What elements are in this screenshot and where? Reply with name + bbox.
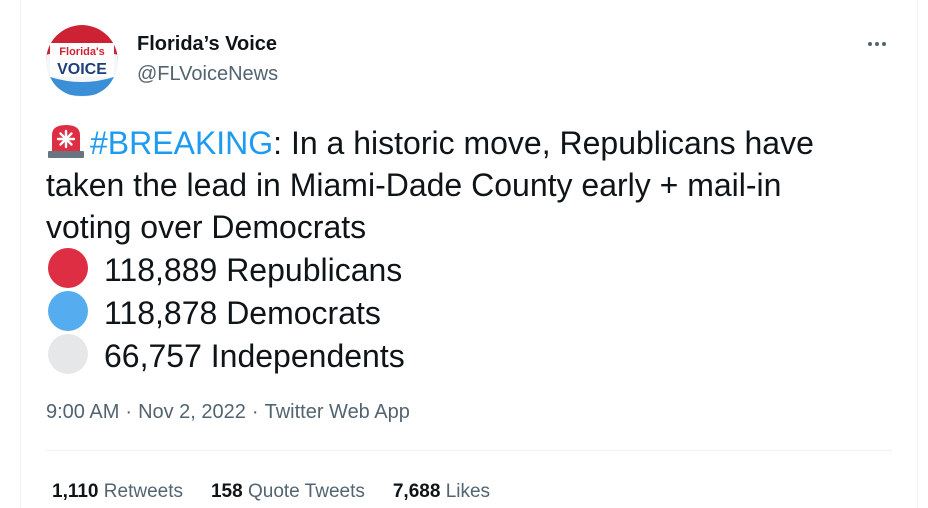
likes-stat[interactable]: 7,688 Likes: [393, 480, 490, 504]
retweets-label: Retweets: [103, 481, 183, 502]
likes-label: Likes: [445, 481, 491, 502]
tweet-time[interactable]: 9:00 AM: [46, 401, 119, 423]
tweet-source[interactable]: Twitter Web App: [265, 401, 410, 423]
more-options-button[interactable]: [863, 30, 891, 58]
white-circle-icon: [48, 334, 88, 374]
quote-tweets-count: 158: [210, 481, 243, 502]
result-text: 66,757 Independents: [104, 338, 405, 374]
tweet-line-2: taken the lead in Miami-Dade County earl…: [46, 167, 782, 203]
tweet-line-3: voting over Democrats: [46, 209, 367, 245]
tweet-stats: 1,110 Retweets 158 Quote Tweets 7,688 Li…: [52, 480, 490, 504]
meta-separator: ·: [251, 401, 259, 423]
red-circle-icon: [48, 248, 88, 288]
author-handle[interactable]: @FLVoiceNews: [137, 62, 278, 86]
more-horizontal-icon: [868, 42, 872, 46]
divider: [46, 450, 892, 451]
result-democrats: 118,878 Democrats: [46, 291, 896, 334]
more-dot: [882, 42, 886, 46]
author-names: Florida’s Voice @FLVoiceNews: [137, 32, 278, 86]
avatar[interactable]: Florida's VOICE: [46, 25, 118, 97]
likes-count: 7,688: [392, 481, 441, 502]
result-text: 118,889 Republicans: [104, 252, 403, 288]
result-independents: 66,757 Independents: [46, 334, 896, 377]
meta-separator: ·: [125, 401, 133, 423]
svg-text:VOICE: VOICE: [57, 61, 107, 78]
more-dot: [875, 42, 879, 46]
hashtag-breaking[interactable]: #BREAKING: [90, 125, 273, 161]
police-light-icon: [48, 125, 84, 158]
tweet-line-1: #BREAKING: In a historic move, Republica…: [46, 122, 896, 164]
svg-text:Florida's: Florida's: [59, 46, 104, 58]
tweet-card: Florida's VOICE Florida’s Voice @FLVoice…: [20, 0, 918, 508]
result-republicans: 118,889 Republicans: [46, 248, 896, 291]
tweet-text: #BREAKING: In a historic move, Republica…: [46, 122, 896, 377]
retweets-stat[interactable]: 1,110 Retweets: [52, 480, 183, 504]
retweets-count: 1,110: [52, 481, 99, 502]
tweet-metadata: 9:00 AM · Nov 2, 2022 · Twitter Web App: [46, 400, 410, 424]
tweet-date[interactable]: Nov 2, 2022: [138, 401, 246, 423]
quote-tweets-stat[interactable]: 158 Quote Tweets: [211, 480, 365, 504]
tweet-line-1-text: : In a historic move, Republicans have: [273, 125, 814, 161]
florida-voice-logo-icon: Florida's VOICE: [46, 25, 118, 97]
quote-tweets-label: Quote Tweets: [247, 481, 365, 502]
result-text: 118,878 Democrats: [104, 295, 381, 331]
author-display-name[interactable]: Florida’s Voice: [137, 32, 278, 56]
blue-circle-icon: [48, 291, 88, 331]
